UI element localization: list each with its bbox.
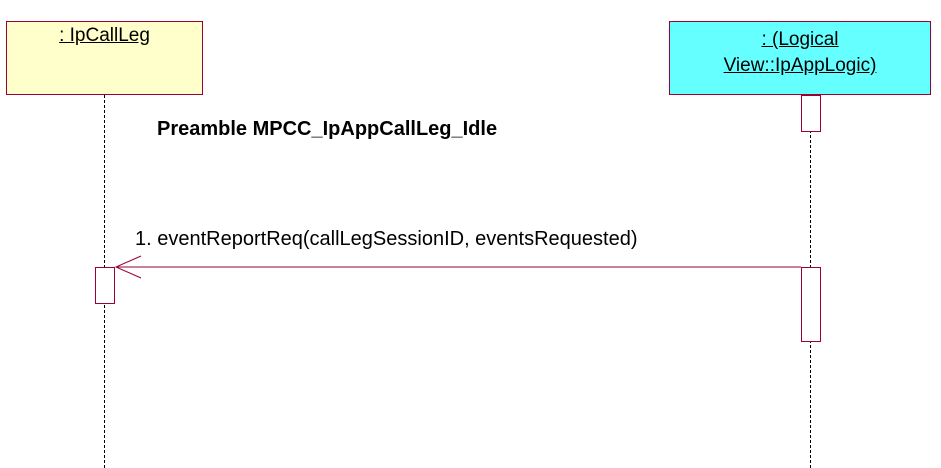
message-arrows [114, 255, 801, 279]
